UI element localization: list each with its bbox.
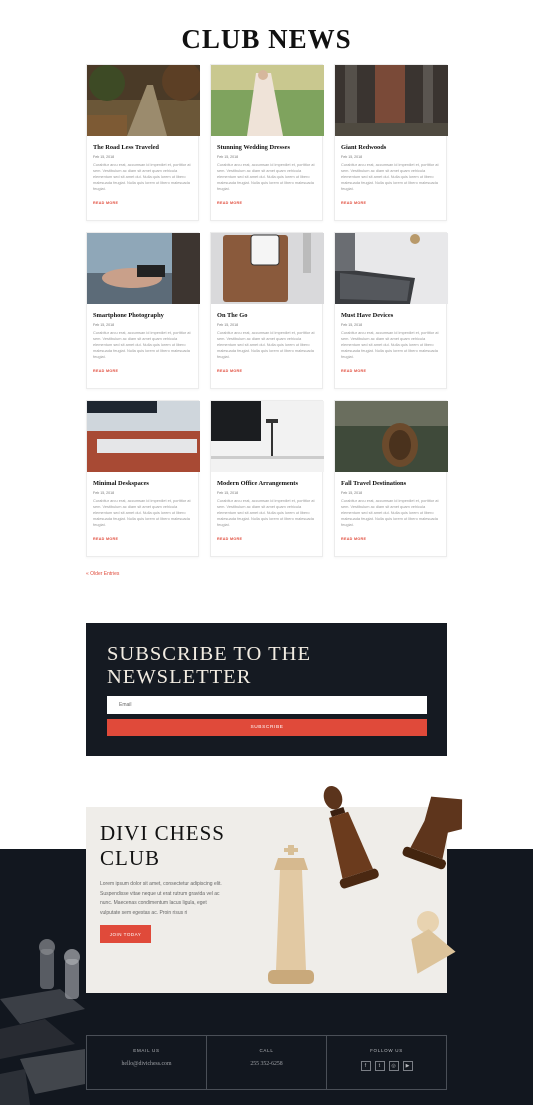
post-excerpt: Curabitur arcu erat, accumsan id imperdi… bbox=[341, 330, 439, 359]
instagram-icon[interactable]: ◎ bbox=[388, 1061, 399, 1071]
post-title[interactable]: Modern Office Arrangements bbox=[217, 480, 316, 488]
read-more-link[interactable]: READ MORE bbox=[217, 201, 316, 205]
smartphone-photo[interactable] bbox=[87, 233, 200, 304]
post-date: Feb 15, 2018 bbox=[93, 155, 115, 159]
email-heading: EMAIL US bbox=[133, 1048, 160, 1053]
post-date: Feb 15, 2018 bbox=[217, 323, 239, 327]
post-title[interactable]: Must Have Devices bbox=[341, 312, 440, 320]
read-more-link[interactable]: READ MORE bbox=[93, 369, 192, 373]
older-entries-link[interactable]: « Older Entries bbox=[86, 571, 119, 577]
forest-road-photo[interactable] bbox=[87, 65, 200, 136]
post-card[interactable]: Modern Office Arrangements Feb 15, 2018 … bbox=[210, 400, 324, 557]
post-excerpt: Curabitur arcu erat, accumsan id imperdi… bbox=[217, 330, 315, 359]
read-more-link[interactable]: READ MORE bbox=[217, 537, 316, 541]
post-card[interactable]: Smartphone Photography Feb 15, 2018 Cura… bbox=[86, 232, 200, 389]
post-title[interactable]: Fall Travel Destinations bbox=[341, 480, 440, 488]
post-date: Feb 15, 2018 bbox=[93, 491, 115, 495]
facebook-icon[interactable]: f bbox=[360, 1061, 371, 1071]
post-card[interactable]: Minimal Deskspaces Feb 15, 2018 Curabitu… bbox=[86, 400, 200, 557]
post-title[interactable]: Minimal Deskspaces bbox=[93, 480, 192, 488]
post-excerpt: Curabitur arcu erat, accumsan id imperdi… bbox=[93, 330, 191, 359]
join-today-button[interactable]: JOIN TODAY bbox=[100, 925, 151, 943]
post-excerpt: Curabitur arcu erat, accumsan id imperdi… bbox=[341, 498, 439, 527]
read-more-link[interactable]: READ MORE bbox=[93, 537, 192, 541]
post-title[interactable]: Giant Redwoods bbox=[341, 144, 440, 152]
twitter-icon[interactable]: t bbox=[374, 1061, 385, 1071]
phone-case-photo[interactable] bbox=[211, 233, 324, 304]
post-excerpt: Curabitur arcu erat, accumsan id imperdi… bbox=[217, 162, 315, 191]
pinecone-photo[interactable] bbox=[335, 401, 448, 472]
post-excerpt: Curabitur arcu erat, accumsan id imperdi… bbox=[341, 162, 439, 191]
post-excerpt: Curabitur arcu erat, accumsan id imperdi… bbox=[93, 162, 191, 191]
follow-column: FOLLOW US f t ◎ ▶ bbox=[327, 1036, 446, 1089]
contact-footer: EMAIL US hello@divichess.com CALL 255 35… bbox=[86, 1035, 447, 1090]
email-input[interactable] bbox=[107, 696, 427, 714]
club-description: Lorem ipsum dolor sit amet, consectetur … bbox=[100, 881, 222, 916]
post-card[interactable]: Stunning Wedding Dresses Feb 15, 2018 Cu… bbox=[210, 64, 324, 221]
social-icons: f t ◎ ▶ bbox=[327, 1061, 446, 1071]
post-date: Feb 15, 2018 bbox=[341, 155, 363, 159]
post-date: Feb 15, 2018 bbox=[217, 155, 239, 159]
post-date: Feb 15, 2018 bbox=[217, 491, 239, 495]
post-date: Feb 15, 2018 bbox=[93, 323, 115, 327]
page-title: CLUB NEWS bbox=[181, 24, 352, 54]
post-card[interactable]: The Road Less Traveled Feb 15, 2018 Cura… bbox=[86, 64, 200, 221]
post-excerpt: Curabitur arcu erat, accumsan id imperdi… bbox=[217, 498, 315, 527]
post-card[interactable]: On The Go Feb 15, 2018 Curabitur arcu er… bbox=[210, 232, 324, 389]
call-heading: CALL bbox=[259, 1048, 274, 1053]
post-card[interactable]: Giant Redwoods Feb 15, 2018 Curabitur ar… bbox=[334, 64, 448, 221]
club-title: DIVI CHESS CLUB bbox=[100, 821, 225, 870]
wedding-dress-photo[interactable] bbox=[211, 65, 324, 136]
email-column: EMAIL US hello@divichess.com bbox=[87, 1036, 207, 1089]
post-date: Feb 15, 2018 bbox=[341, 491, 363, 495]
keyboard-desk-photo[interactable] bbox=[87, 401, 200, 472]
email-link[interactable]: hello@divichess.com bbox=[87, 1061, 206, 1067]
newsletter-section: SUBSCRIBE TO THE NEWSLETTER SUBSCRIBE bbox=[86, 623, 447, 756]
post-date: Feb 15, 2018 bbox=[341, 323, 363, 327]
follow-heading: FOLLOW US bbox=[370, 1048, 403, 1053]
newsletter-title: SUBSCRIBE TO THE NEWSLETTER bbox=[107, 643, 311, 688]
office-monitor-photo[interactable] bbox=[211, 401, 324, 472]
read-more-link[interactable]: READ MORE bbox=[217, 369, 316, 373]
post-title[interactable]: Smartphone Photography bbox=[93, 312, 192, 320]
read-more-link[interactable]: READ MORE bbox=[93, 201, 192, 205]
youtube-icon[interactable]: ▶ bbox=[402, 1061, 413, 1071]
post-excerpt: Curabitur arcu erat, accumsan id imperdi… bbox=[93, 498, 191, 527]
subscribe-button[interactable]: SUBSCRIBE bbox=[107, 719, 427, 736]
laptop-photo[interactable] bbox=[335, 233, 448, 304]
post-card[interactable]: Fall Travel Destinations Feb 15, 2018 Cu… bbox=[334, 400, 448, 557]
read-more-link[interactable]: READ MORE bbox=[341, 201, 440, 205]
phone-link[interactable]: 255 352-6258 bbox=[207, 1061, 326, 1067]
post-title[interactable]: Stunning Wedding Dresses bbox=[217, 144, 316, 152]
post-title[interactable]: The Road Less Traveled bbox=[93, 144, 192, 152]
call-column: CALL 255 352-6258 bbox=[207, 1036, 327, 1089]
post-card[interactable]: Must Have Devices Feb 15, 2018 Curabitur… bbox=[334, 232, 448, 389]
post-grid: The Road Less Traveled Feb 15, 2018 Cura… bbox=[86, 64, 448, 557]
chess-pieces-illustration bbox=[268, 785, 463, 984]
read-more-link[interactable]: READ MORE bbox=[341, 537, 440, 541]
read-more-link[interactable]: READ MORE bbox=[341, 369, 440, 373]
redwood-photo[interactable] bbox=[335, 65, 448, 136]
post-title[interactable]: On The Go bbox=[217, 312, 316, 320]
